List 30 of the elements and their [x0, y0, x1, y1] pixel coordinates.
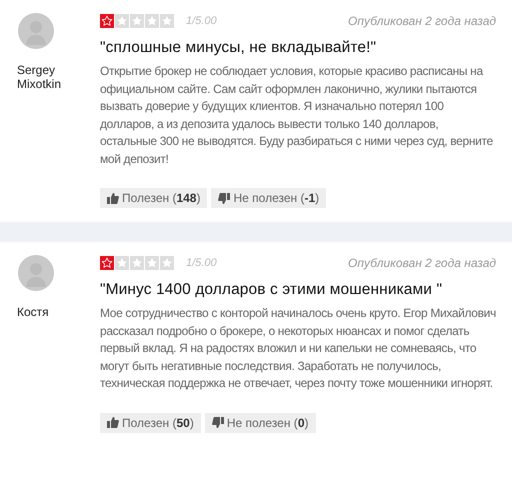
helpful-button[interactable]: Полезен (148): [100, 188, 208, 208]
thumbs-up-icon: [107, 192, 119, 204]
not-helpful-button[interactable]: Не полезен (0): [204, 412, 316, 432]
review-title: "Минус 1400 долларов с этими мошенниками ": [100, 281, 444, 299]
helpful-button[interactable]: Полезен (50): [100, 412, 201, 432]
star-icon: [100, 14, 114, 28]
avatar: [18, 13, 54, 49]
published-date: Опубликован 2 года назад: [348, 256, 496, 270]
rating-score: 1/5.00: [186, 15, 217, 27]
star-icon: [160, 14, 174, 28]
star-icon: [145, 14, 159, 28]
review-text: Открытие брокер не соблюдает условия, которые красиво расписаны на официальном сайте. Сам сайт оформлен лаконично, жулики пытаются вызвать доверие у будущих клиентов. Я изначально потерял 100 долларов, а из депозита удалось вывести только 140 долларов, остальные 300 не выводятся. Буду разбираться с ними через суд, верните мой депозит!: [100, 63, 494, 168]
rating-score: 1/5.00: [186, 257, 217, 269]
thumbs-up-icon: [107, 417, 119, 428]
star-icon: [130, 256, 144, 270]
star-icon: [100, 256, 114, 270]
review-title: "сплошные минусы, не вкладывайте!": [100, 39, 378, 57]
star-icon: [145, 256, 159, 270]
star-icon: [115, 256, 129, 270]
star-icon: [130, 14, 144, 28]
star-icon: [115, 14, 129, 28]
thumbs-down-icon: [218, 192, 230, 204]
star-icon: [160, 256, 174, 270]
author-name: Костя: [17, 305, 50, 320]
author-name: Sergey Mixotkin: [17, 63, 62, 92]
not-helpful-button[interactable]: Не полезен (-1): [211, 188, 326, 208]
thumbs-down-icon: [212, 417, 224, 428]
avatar: [18, 255, 54, 291]
published-date: Опубликован 2 года назад: [348, 14, 496, 28]
review-text: Мое сотрудничество с конторой начиналось очень круто. Егор Михайлович рассказал подробно о брокере, о некоторых нюансах и помог сделать первый вклад. Я на радостях вложил и ни капельки не сомневаясь, что могут быть негативные последствия. Заработать не получилось, техническая поддержка не отвечает, через почту тоже мошенники игнорят.: [100, 305, 496, 392]
